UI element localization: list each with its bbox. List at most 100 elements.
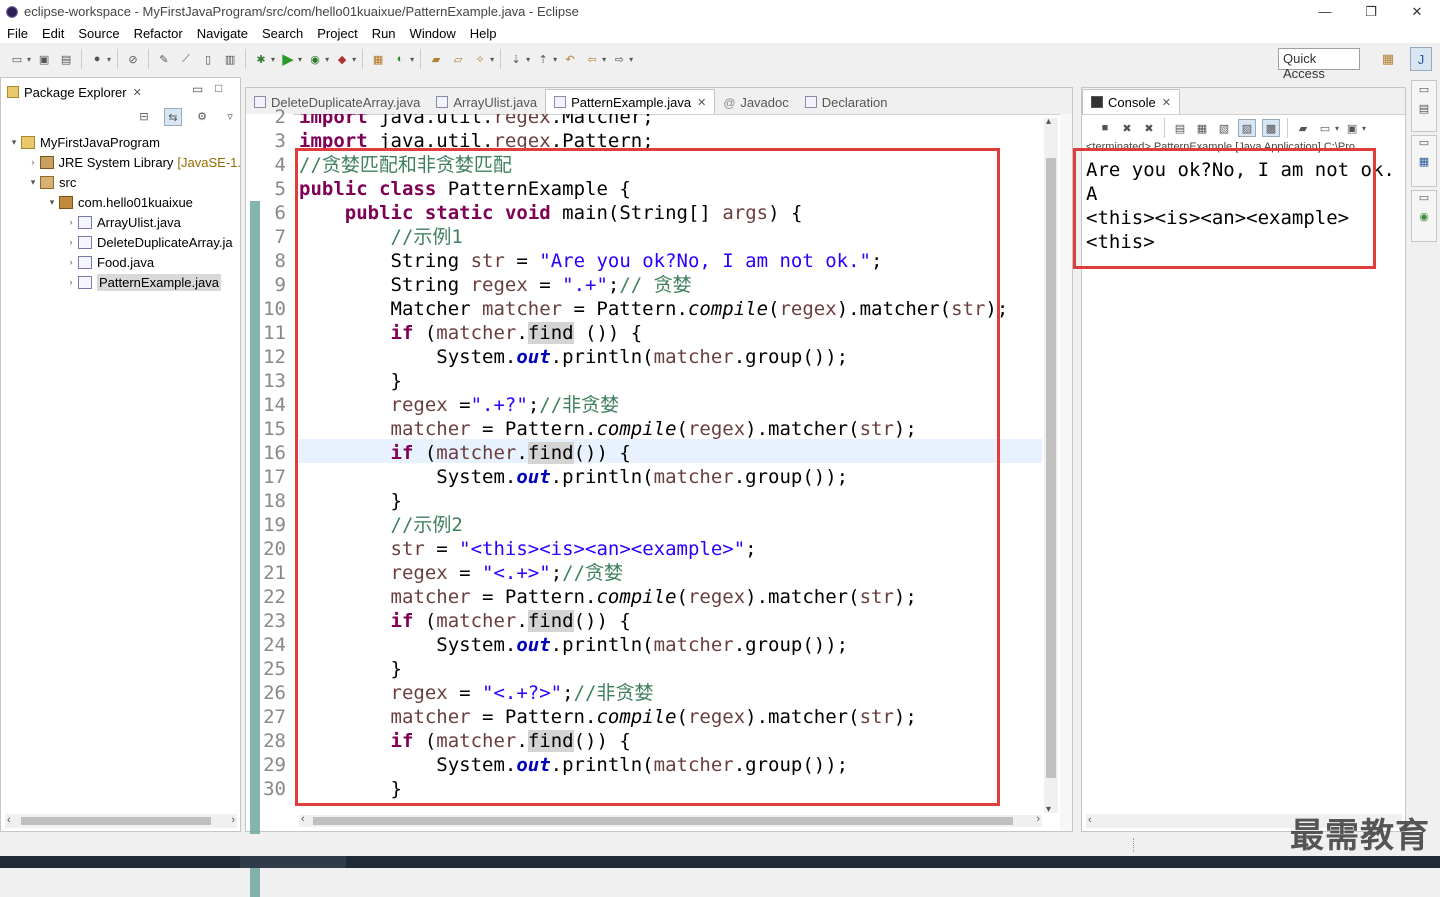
menu-window[interactable]: Window [403,26,463,41]
tree-item[interactable]: ▾ src [1,172,241,192]
open-perspective-icon[interactable]: ▦ [1378,48,1398,70]
minimize-view-icon[interactable]: ▭ [192,82,203,96]
overview-ruler [1060,114,1072,831]
file-icon[interactable]: ▯ [200,51,216,67]
save-icon[interactable]: ▣ [36,51,52,67]
menu-source[interactable]: Source [71,26,126,41]
expand-arrow-icon[interactable]: › [28,157,38,167]
scroll-lock-icon[interactable]: ▦ [1194,120,1210,136]
java-perspective-icon[interactable]: J [1410,47,1432,71]
tree-item[interactable]: › Food.java [1,252,241,272]
package-explorer-tab[interactable]: Package Explorer ✕ [1,80,150,104]
word-wrap-icon[interactable]: ▧ [1216,120,1232,136]
open-type-icon[interactable]: ▰ [428,51,444,67]
menu-refactor[interactable]: Refactor [127,26,190,41]
editor-tab[interactable]: PatternExample.java ✕ [545,89,716,114]
line-number: 9 [274,274,286,296]
search-icon[interactable]: ✧ [472,51,488,67]
maximize-view-icon[interactable]: □ [215,81,222,95]
run-icon[interactable]: ▶ [280,51,296,68]
tree-item[interactable]: ▾ MyFirstJavaProgram [1,132,241,152]
editor-tab[interactable]: @ Javadoc [715,90,796,114]
view-menu-icon[interactable]: ▿ [222,108,238,124]
last-edit-icon[interactable]: ↶ [562,51,578,67]
next-annotation-icon[interactable]: ⇣ [508,51,524,67]
minimize-button[interactable]: — [1302,0,1348,23]
menu-project[interactable]: Project [310,26,364,41]
editor-tab-label: PatternExample.java [571,94,692,110]
show-stderr-icon[interactable]: ▩ [1262,119,1280,137]
expand-arrow-icon[interactable]: › [66,217,76,227]
terminate-icon[interactable]: ■ [1097,120,1113,136]
restore-icon[interactable]: ▭ [1412,83,1436,96]
line-number: 24 [263,634,286,656]
user-icon[interactable]: ● [89,51,105,67]
java-file-icon [436,96,449,108]
prev-annotation-icon[interactable]: ⇡ [535,51,551,67]
pin-icon[interactable]: ✎ [156,51,172,67]
expand-arrow-icon[interactable]: › [66,237,76,247]
show-stdout-icon[interactable]: ▨ [1238,119,1256,137]
open-console-icon[interactable]: ▣ [1344,120,1360,136]
console-tab[interactable]: Console ✕ [1082,89,1180,114]
outline-icon[interactable]: ▤ [1412,102,1436,115]
split-icon[interactable]: ▥ [222,51,238,67]
expand-arrow-icon[interactable]: › [66,277,76,287]
debug-icon[interactable]: ✱ [253,51,269,67]
new-class-icon[interactable]: ◐ [392,51,408,67]
filters-icon[interactable]: ⚙ [194,108,210,124]
editor-hscroll[interactable]: ‹ › [299,813,1042,827]
link-with-editor-icon[interactable]: ⇆ [164,108,182,126]
tree-item[interactable]: › DeleteDuplicateArray.ja [1,232,241,252]
quick-access-input[interactable]: Quick Access [1278,48,1360,81]
tree-item[interactable]: › PatternExample.java [1,272,241,292]
editor-tab[interactable]: Declaration [797,90,896,114]
restore-button[interactable]: ❐ [1348,0,1394,23]
expand-arrow-icon[interactable]: › [66,257,76,267]
remove-launch-icon[interactable]: ✖ [1119,120,1135,136]
collapse-all-icon[interactable]: ⊟ [136,108,152,124]
editor-tab[interactable]: ArrayUlist.java [428,90,545,114]
editor-tab-bar: DeleteDuplicateArray.java ArrayUlist.java… [246,88,1072,115]
save-all-icon[interactable]: ▤ [58,51,74,67]
display-console-icon[interactable]: ▭ [1317,120,1333,136]
menu-edit[interactable]: Edit [35,26,71,41]
open-folder-icon[interactable]: ▱ [450,51,466,67]
external-tools-icon[interactable]: ◆ [334,51,350,67]
pin-console-icon[interactable]: ▰ [1295,120,1311,136]
forward-icon[interactable]: ⇨ [611,51,627,67]
restore-icon[interactable]: ▭ [1412,191,1436,204]
servers-icon[interactable]: ◉ [1412,210,1436,223]
close-icon[interactable]: ✕ [697,96,706,109]
expand-arrow-icon[interactable]: ▾ [28,177,38,188]
watermark: 最需教育 [1290,817,1430,855]
expand-arrow-icon[interactable]: ▾ [47,197,57,208]
package-explorer-hscroll[interactable]: ‹ › [5,814,237,828]
editor-vscroll[interactable]: ▴ ▾ [1044,116,1058,815]
new-icon[interactable]: ▭ [9,51,25,67]
close-icon[interactable]: ✕ [1162,96,1171,109]
menu-search[interactable]: Search [255,26,310,41]
close-window-button[interactable]: ✕ [1394,0,1440,23]
clear-console-icon[interactable]: ▤ [1172,120,1188,136]
tree-item[interactable]: ▾ com.hello01kuaixue [1,192,241,212]
close-icon[interactable]: ✕ [133,86,142,99]
mark-icon[interactable]: ⟋ [178,51,194,67]
line-number: 23 [263,610,286,632]
menu-file[interactable]: File [0,26,35,41]
taskbar [0,856,1440,868]
tree-item[interactable]: › JRE System Library [JavaSE-1. [1,152,241,172]
remove-all-icon[interactable]: ✖ [1141,120,1157,136]
new-package-icon[interactable]: ▦ [370,51,386,67]
menu-help[interactable]: Help [463,26,504,41]
menu-run[interactable]: Run [365,26,403,41]
skip-breakpoints-icon[interactable]: ⊘ [125,51,141,67]
restore-icon[interactable]: ▭ [1412,136,1436,149]
coverage-icon[interactable]: ◉ [307,51,323,67]
tree-item[interactable]: › ArrayUlist.java [1,212,241,232]
task-list-icon[interactable]: ▦ [1412,155,1436,168]
menu-navigate[interactable]: Navigate [190,26,255,41]
code-line[interactable]: import java.util.regex.Matcher; [299,114,654,129]
back-icon[interactable]: ⇦ [584,51,600,67]
expand-arrow-icon[interactable]: ▾ [9,137,19,148]
